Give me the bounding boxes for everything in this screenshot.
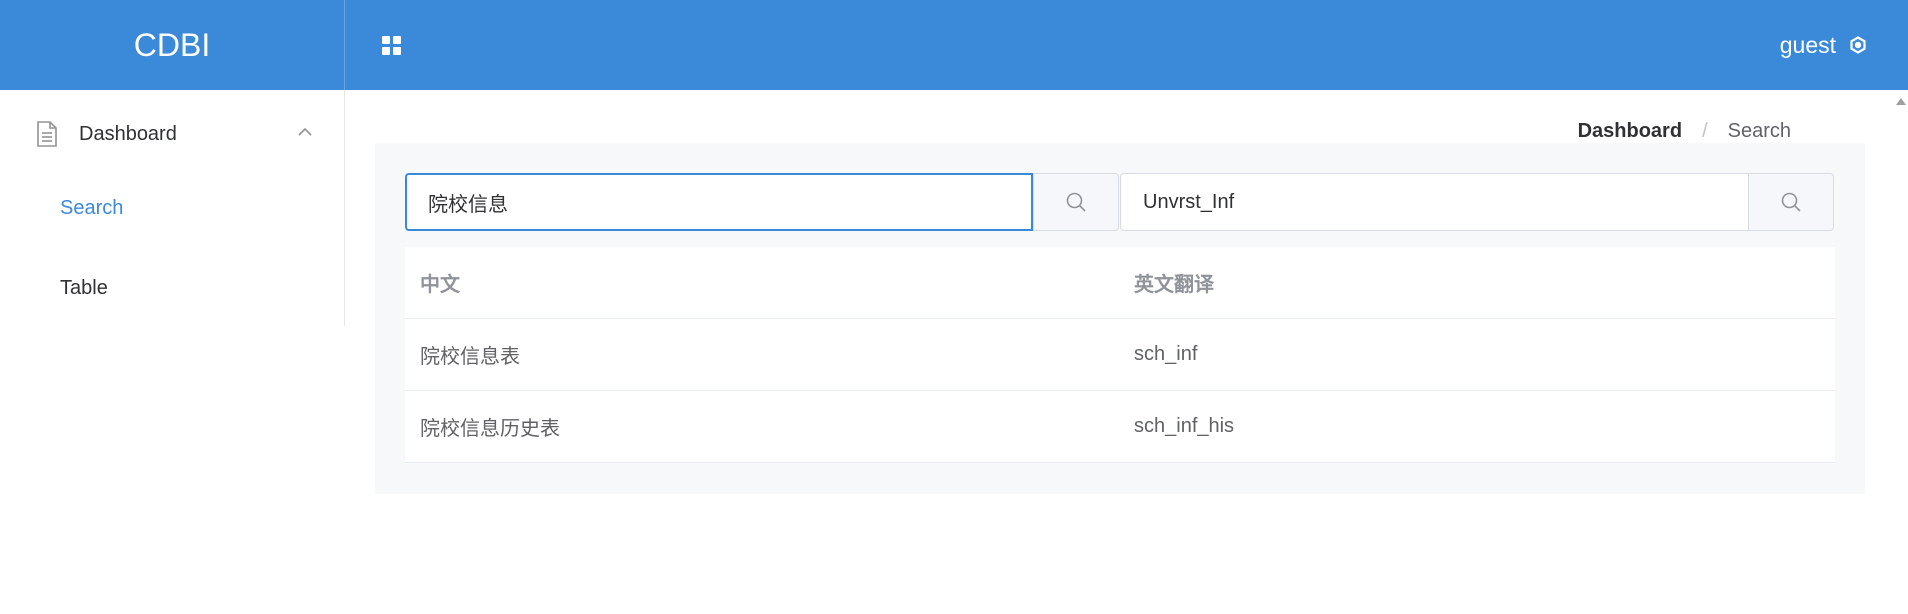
search-panel: 中文 英文翻译 院校信息表 sch_inf 院校信息历史表 sch_inf_hi… [375,143,1865,494]
username-label: guest [1779,31,1836,58]
table-row[interactable]: 院校信息表 sch_inf [405,319,1835,391]
english-search-button[interactable] [1748,173,1834,231]
sidebar: Dashboard Search Table [0,90,345,326]
document-icon [37,121,57,147]
table-header-row: 中文 英文翻译 [405,247,1835,319]
breadcrumb: Dashboard / Search [1578,120,1791,143]
chinese-search-group [405,173,1119,231]
column-header-chinese: 中文 [420,274,460,296]
sidebar-group-dashboard[interactable]: Dashboard [0,90,344,178]
scrollbar-up-arrow[interactable] [1896,98,1906,105]
table-cell-english: sch_inf_his [1134,415,1235,437]
grid-icon[interactable] [382,36,402,56]
breadcrumb-item-search: Search [1727,120,1791,142]
sidebar-item-table[interactable]: Table [0,258,344,318]
chevron-up-icon [298,127,312,136]
user-menu[interactable]: guest [1780,0,1868,90]
table-cell-english: sch_inf [1134,343,1198,365]
table-cell-chinese: 院校信息表 [420,346,520,368]
top-navbar: CDBI guest [0,0,1908,90]
table-cell-chinese: 院校信息历史表 [420,418,560,440]
breadcrumb-separator: / [1702,120,1708,142]
search-icon [1066,192,1086,212]
sidebar-item-search[interactable]: Search [0,178,344,238]
table-row[interactable]: 院校信息历史表 sch_inf_his [405,391,1835,463]
chinese-search-input[interactable] [405,173,1033,231]
breadcrumb-item-dashboard[interactable]: Dashboard [1578,120,1682,143]
english-search-group [1120,173,1834,231]
chinese-search-button[interactable] [1033,173,1119,231]
sidebar-group-label: Dashboard [79,123,177,145]
brand-logo: CDBI [0,0,345,90]
results-table: 中文 英文翻译 院校信息表 sch_inf 院校信息历史表 sch_inf_hi… [405,247,1835,463]
column-header-english: 英文翻译 [1134,274,1214,296]
gear-icon [1850,36,1866,54]
english-search-input[interactable] [1120,173,1748,231]
search-icon [1781,192,1801,212]
